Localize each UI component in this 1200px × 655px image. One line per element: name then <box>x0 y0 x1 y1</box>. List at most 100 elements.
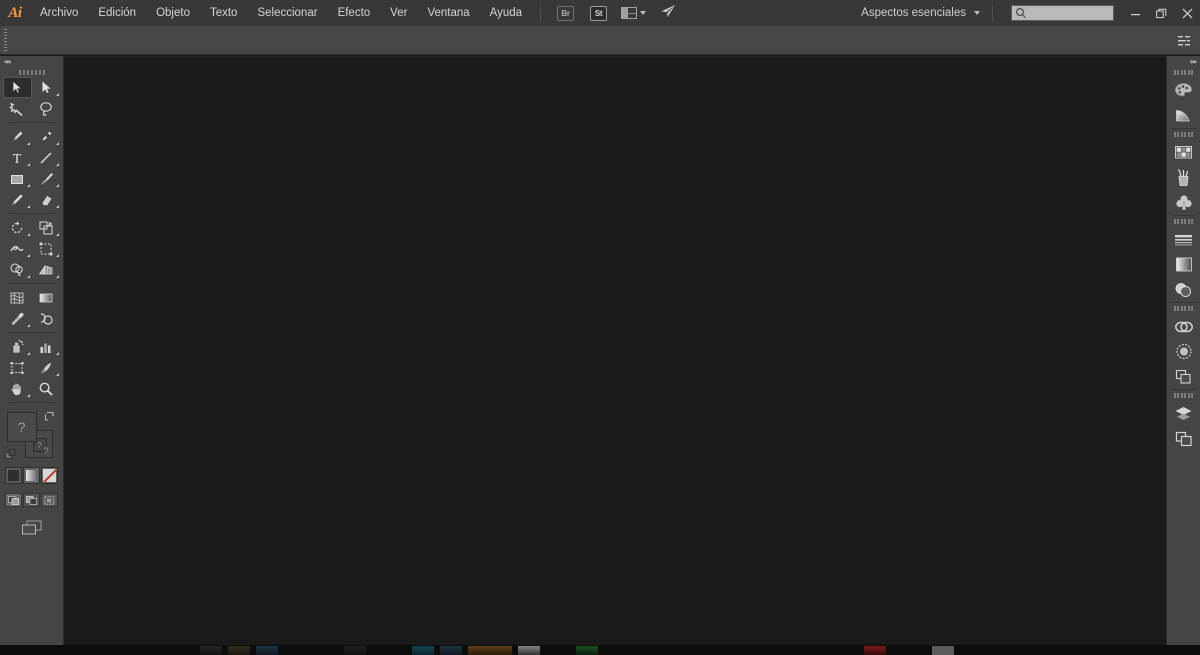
type-tool[interactable]: T <box>3 147 32 168</box>
menu-archivo[interactable]: Archivo <box>30 0 88 26</box>
draw-inside-mode[interactable] <box>41 493 58 507</box>
color-mode-none[interactable] <box>41 467 58 484</box>
eraser-tool[interactable] <box>32 189 61 210</box>
taskbar-item[interactable] <box>576 646 598 655</box>
symbols-panel-icon[interactable] <box>1167 190 1200 215</box>
appearance-links-icon <box>1174 321 1193 332</box>
rotate-icon <box>11 220 23 233</box>
width-icon <box>10 245 24 251</box>
taskbar-item[interactable] <box>200 646 222 655</box>
color-guide-panel-icon[interactable] <box>1167 103 1200 128</box>
panel-menu-icon <box>1178 36 1190 46</box>
appearance-panel-icon[interactable] <box>1167 314 1200 339</box>
selection-tool[interactable] <box>2 77 32 98</box>
perspective-grid-tool[interactable] <box>32 259 61 280</box>
toolbar-collapse-button[interactable]: ◂◂ <box>0 56 64 67</box>
taskbar-item[interactable] <box>344 646 366 655</box>
taskbar-item[interactable] <box>518 646 540 655</box>
menu-seleccionar[interactable]: Seleccionar <box>247 0 327 26</box>
color-panel-icon[interactable] <box>1167 78 1200 103</box>
eyedropper-tool[interactable] <box>3 308 32 329</box>
blend-tool[interactable] <box>32 308 61 329</box>
graphic-styles-panel-icon[interactable] <box>1167 339 1200 364</box>
menu-edicion[interactable]: Edición <box>88 0 146 26</box>
taskbar-item[interactable] <box>864 646 886 655</box>
column-graph-tool[interactable] <box>32 336 61 357</box>
taskbar-item[interactable] <box>440 646 462 655</box>
taskbar-clock[interactable] <box>932 646 954 655</box>
paintbrush-tool[interactable] <box>32 168 61 189</box>
pathfinder-panel-icon[interactable] <box>1167 364 1200 389</box>
gradient-tool[interactable] <box>32 287 61 308</box>
free-transform-tool[interactable] <box>32 238 61 259</box>
magic-wand-tool[interactable] <box>3 98 32 119</box>
zoom-tool[interactable] <box>32 378 61 399</box>
shape-builder-tool[interactable] <box>3 259 32 280</box>
swap-fill-stroke-button[interactable] <box>44 411 57 424</box>
menu-ver[interactable]: Ver <box>380 0 417 26</box>
toolbar-grip[interactable] <box>0 67 64 77</box>
direct-selection-tool[interactable] <box>32 77 61 98</box>
draw-normal-mode[interactable] <box>5 493 22 507</box>
search-input[interactable] <box>1027 7 1109 19</box>
hand-tool[interactable] <box>3 378 32 399</box>
line-segment-tool[interactable] <box>32 147 61 168</box>
stock-button[interactable]: St <box>590 5 608 21</box>
dock-group-grip-1[interactable] <box>1167 67 1200 78</box>
close-button[interactable] <box>1174 0 1200 26</box>
artboard-tool[interactable] <box>3 357 32 378</box>
rotate-tool[interactable] <box>3 217 32 238</box>
taskbar-item[interactable] <box>228 646 250 655</box>
transparency-panel-icon[interactable] <box>1167 277 1200 302</box>
menu-ventana[interactable]: Ventana <box>417 0 479 26</box>
dock-group-grip-5[interactable] <box>1167 390 1200 401</box>
dock-expand-button[interactable]: ▸▸ <box>1167 56 1200 67</box>
fill-swatch[interactable]: ? <box>6 412 37 442</box>
chevron-down-icon <box>974 11 980 15</box>
dock-group-grip-4[interactable] <box>1167 303 1200 314</box>
search-field[interactable] <box>1011 5 1114 21</box>
scale-tool[interactable] <box>32 217 61 238</box>
taskbar-item-active[interactable] <box>468 646 512 655</box>
rectangle-tool[interactable] <box>3 168 32 189</box>
gradient-panel-icon[interactable] <box>1167 252 1200 277</box>
menu-texto[interactable]: Texto <box>200 0 248 26</box>
curvature-tool[interactable] <box>32 126 61 147</box>
taskbar-item[interactable] <box>256 646 278 655</box>
workspace-switcher[interactable]: Aspectos esenciales <box>855 2 984 24</box>
bridge-button[interactable]: Br <box>557 5 575 21</box>
menu-objeto[interactable]: Objeto <box>146 0 200 26</box>
taskbar-item[interactable] <box>412 646 434 655</box>
canvas-area[interactable] <box>64 56 1166 645</box>
swatches-panel-icon[interactable] <box>1167 140 1200 165</box>
control-bar-menu-button[interactable] <box>1178 34 1192 46</box>
dock-group-grip-3[interactable] <box>1167 216 1200 227</box>
artboards-panel-icon[interactable] <box>1167 426 1200 451</box>
menu-efecto[interactable]: Efecto <box>328 0 381 26</box>
color-mode-buttons <box>5 467 58 484</box>
layers-panel-icon[interactable] <box>1167 401 1200 426</box>
slice-tool[interactable] <box>32 357 61 378</box>
screen-mode-button[interactable] <box>20 519 44 537</box>
symbol-sprayer-tool[interactable] <box>3 336 32 357</box>
default-fill-stroke-button[interactable] <box>4 448 17 460</box>
dock-group-grip-2[interactable] <box>1167 129 1200 140</box>
pen-tool[interactable] <box>3 126 32 147</box>
share-button[interactable] <box>660 4 676 23</box>
os-taskbar[interactable] <box>0 645 1200 655</box>
arrange-documents-button[interactable] <box>621 7 647 19</box>
draw-behind-mode[interactable] <box>23 493 40 507</box>
brushes-panel-icon[interactable] <box>1167 165 1200 190</box>
restore-button[interactable] <box>1148 0 1174 26</box>
pencil-tool[interactable] <box>3 189 32 210</box>
color-mode-solid[interactable] <box>5 467 22 484</box>
control-bar-grip[interactable] <box>1 28 10 53</box>
width-tool[interactable] <box>3 238 32 259</box>
stroke-panel-icon[interactable] <box>1167 227 1200 252</box>
mesh-tool[interactable] <box>3 287 32 308</box>
menu-ayuda[interactable]: Ayuda <box>480 0 532 26</box>
tool-flyout-indicator <box>26 163 30 166</box>
color-mode-gradient[interactable] <box>23 467 40 484</box>
lasso-tool[interactable] <box>32 98 61 119</box>
minimize-button[interactable] <box>1122 0 1148 26</box>
